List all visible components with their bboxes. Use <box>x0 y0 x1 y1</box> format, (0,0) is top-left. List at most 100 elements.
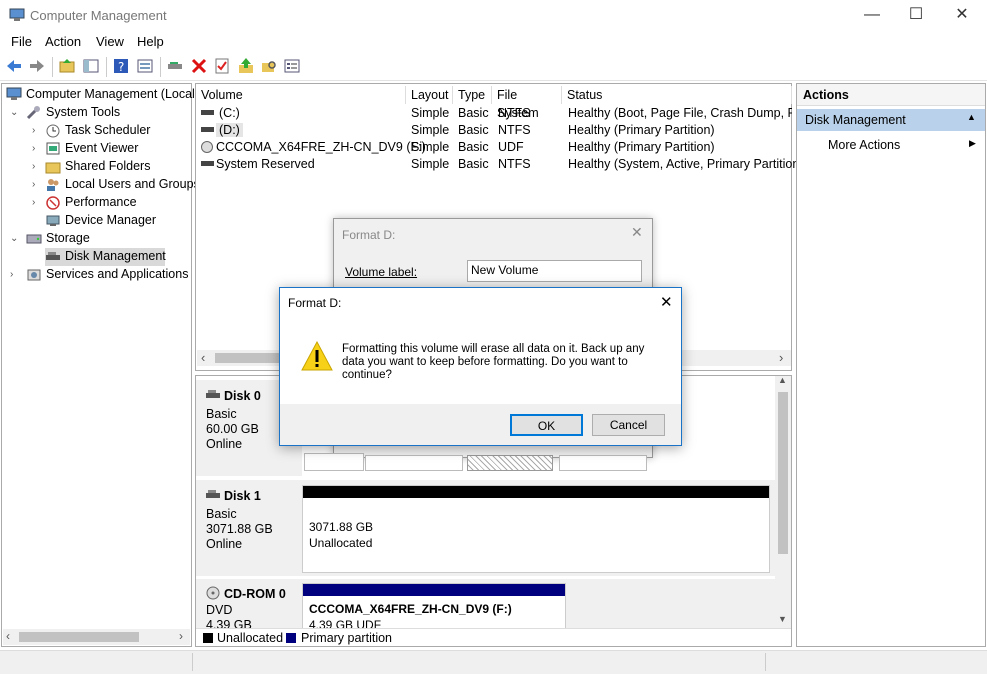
format-dialog-title: Format D: <box>342 228 396 242</box>
show-hide-tree-icon[interactable] <box>82 57 100 75</box>
up-folder-icon[interactable] <box>58 57 76 75</box>
volume-row[interactable]: (D:) Simple Basic NTFS Healthy (Primary … <box>196 122 793 139</box>
computer-management-icon <box>9 8 25 21</box>
disk-name: Disk 1 <box>224 489 261 503</box>
volume-row[interactable]: System Reserved Simple Basic NTFS Health… <box>196 156 803 173</box>
disk-name: CD-ROM 0 <box>224 587 286 601</box>
scroll-left-arrow-icon[interactable]: ‹ <box>201 350 205 365</box>
chevron-down-icon[interactable]: ⌄ <box>10 107 18 118</box>
disk-size: 3071.88 GB <box>206 522 273 536</box>
event-viewer-icon <box>46 142 60 155</box>
properties-view-icon[interactable] <box>136 57 154 75</box>
scroll-right-arrow-icon[interactable]: › <box>779 350 783 365</box>
actions-section-disk-management[interactable]: Disk Management ▲ <box>797 109 985 131</box>
column-header-layout[interactable]: Layout <box>406 86 453 104</box>
checklist-icon[interactable] <box>213 57 231 75</box>
disk-type: Basic <box>206 507 237 521</box>
column-header-volume[interactable]: Volume <box>196 86 406 104</box>
chevron-down-icon[interactable]: ⌄ <box>10 233 18 244</box>
collapse-up-icon[interactable]: ▲ <box>967 112 976 122</box>
drive-icon <box>201 127 214 132</box>
cancel-button[interactable]: Cancel <box>592 414 665 436</box>
close-icon[interactable]: ✕ <box>660 293 673 311</box>
volume-row[interactable]: CCCOMA_X64FRE_ZH-CN_DV9 (F:) Simple Basi… <box>196 139 793 156</box>
disk-state: Online <box>206 437 243 451</box>
close-button[interactable]: ✕ <box>939 0 985 31</box>
tree-item-disk-management[interactable]: Disk Management <box>45 248 166 266</box>
actions-header: Actions <box>797 84 985 106</box>
scroll-down-arrow-icon[interactable]: ▼ <box>778 614 787 624</box>
storage-icon <box>26 234 42 244</box>
chevron-right-icon[interactable]: › <box>32 125 35 136</box>
export-up-icon[interactable] <box>237 57 255 75</box>
confirm-dialog: Format D: ✕ Formatting this volume will … <box>279 287 682 446</box>
column-header-file-system[interactable]: File System <box>492 86 562 120</box>
confirm-dialog-title: Format D: <box>288 296 342 310</box>
disk-map-vertical-scrollbar[interactable]: ▲ ▼ <box>775 375 791 628</box>
shared-folder-icon <box>45 162 61 174</box>
ok-button[interactable]: OK <box>510 414 583 436</box>
clock-icon <box>46 124 60 138</box>
more-actions-item[interactable]: More Actions ▶ <box>797 135 985 155</box>
scroll-thumb[interactable] <box>19 632 139 642</box>
primary-partition-bar <box>303 584 565 596</box>
disk-management-icon <box>46 252 60 260</box>
navigation-tree: Computer Management (Local ⌄ System Tool… <box>1 83 200 647</box>
forward-arrow-icon[interactable] <box>28 57 46 75</box>
disk-icon <box>206 490 220 498</box>
volume-label-input[interactable]: New Volume <box>467 260 642 282</box>
tree-horizontal-scrollbar[interactable]: ‹ › <box>3 629 190 645</box>
menu-help[interactable]: Help <box>137 34 164 49</box>
disk-icon <box>206 390 220 398</box>
unallocated-swatch <box>203 633 213 643</box>
scroll-right-arrow-icon[interactable]: › <box>179 629 183 643</box>
disk-type: DVD <box>206 603 233 617</box>
disk-1-row[interactable]: Disk 1 Basic 3071.88 GB Online 3071.88 G… <box>196 480 776 576</box>
window-title: Computer Management <box>30 8 167 23</box>
menu-view[interactable]: View <box>96 34 124 49</box>
menu-bar: File Action View Help <box>0 31 987 53</box>
computer-icon <box>6 87 22 100</box>
partition-size: 3071.88 GB <box>309 520 374 534</box>
scroll-left-arrow-icon[interactable]: ‹ <box>6 629 10 643</box>
back-arrow-icon[interactable] <box>5 57 23 75</box>
chevron-right-icon[interactable]: › <box>32 197 35 208</box>
column-header-type[interactable]: Type <box>453 86 492 104</box>
cd-drive-icon <box>206 586 220 600</box>
close-icon[interactable]: ✕ <box>631 224 643 241</box>
legend-unallocated: Unallocated <box>217 631 284 645</box>
properties-icon[interactable] <box>283 57 301 75</box>
partition-state: Unallocated <box>309 536 373 550</box>
volume-row[interactable]: (C:) Simple Basic NTFS Healthy (Boot, Pa… <box>196 105 793 122</box>
actions-pane: Actions Disk Management ▲ More Actions ▶ <box>796 83 986 647</box>
device-manager-icon <box>46 215 60 226</box>
drive-icon <box>201 161 214 166</box>
connect-drive-icon[interactable] <box>166 57 184 75</box>
maximize-button[interactable]: ☐ <box>893 0 939 31</box>
users-icon <box>47 179 59 191</box>
drive-icon <box>201 110 214 115</box>
column-header-status[interactable]: Status <box>562 86 792 104</box>
help-icon[interactable]: ? <box>112 57 130 75</box>
delete-icon[interactable] <box>190 57 208 75</box>
chevron-right-icon: ▶ <box>969 138 976 148</box>
volume-label-caption: Volume label: <box>345 265 418 279</box>
minimize-button[interactable]: — <box>849 0 895 31</box>
title-bar: Computer Management — ☐ ✕ <box>0 0 987 31</box>
scroll-thumb[interactable] <box>778 392 788 554</box>
chevron-right-icon[interactable]: › <box>32 179 35 190</box>
unallocated-partition[interactable]: 3071.88 GB Unallocated <box>302 485 770 573</box>
svg-text:?: ? <box>118 60 124 74</box>
chevron-right-icon[interactable]: › <box>32 161 35 172</box>
disk-name: Disk 0 <box>224 389 261 403</box>
disk-type: Basic <box>206 407 237 421</box>
chevron-right-icon[interactable]: › <box>32 143 35 154</box>
chevron-right-icon[interactable]: › <box>10 269 13 280</box>
search-folder-icon[interactable] <box>260 57 278 75</box>
confirm-message: Formatting this volume will erase all da… <box>342 343 645 381</box>
primary-swatch <box>286 633 296 643</box>
menu-file[interactable]: File <box>11 34 32 49</box>
menu-action[interactable]: Action <box>45 34 81 49</box>
legend: Unallocated Primary partition <box>196 628 791 646</box>
scroll-up-arrow-icon[interactable]: ▲ <box>778 375 787 385</box>
